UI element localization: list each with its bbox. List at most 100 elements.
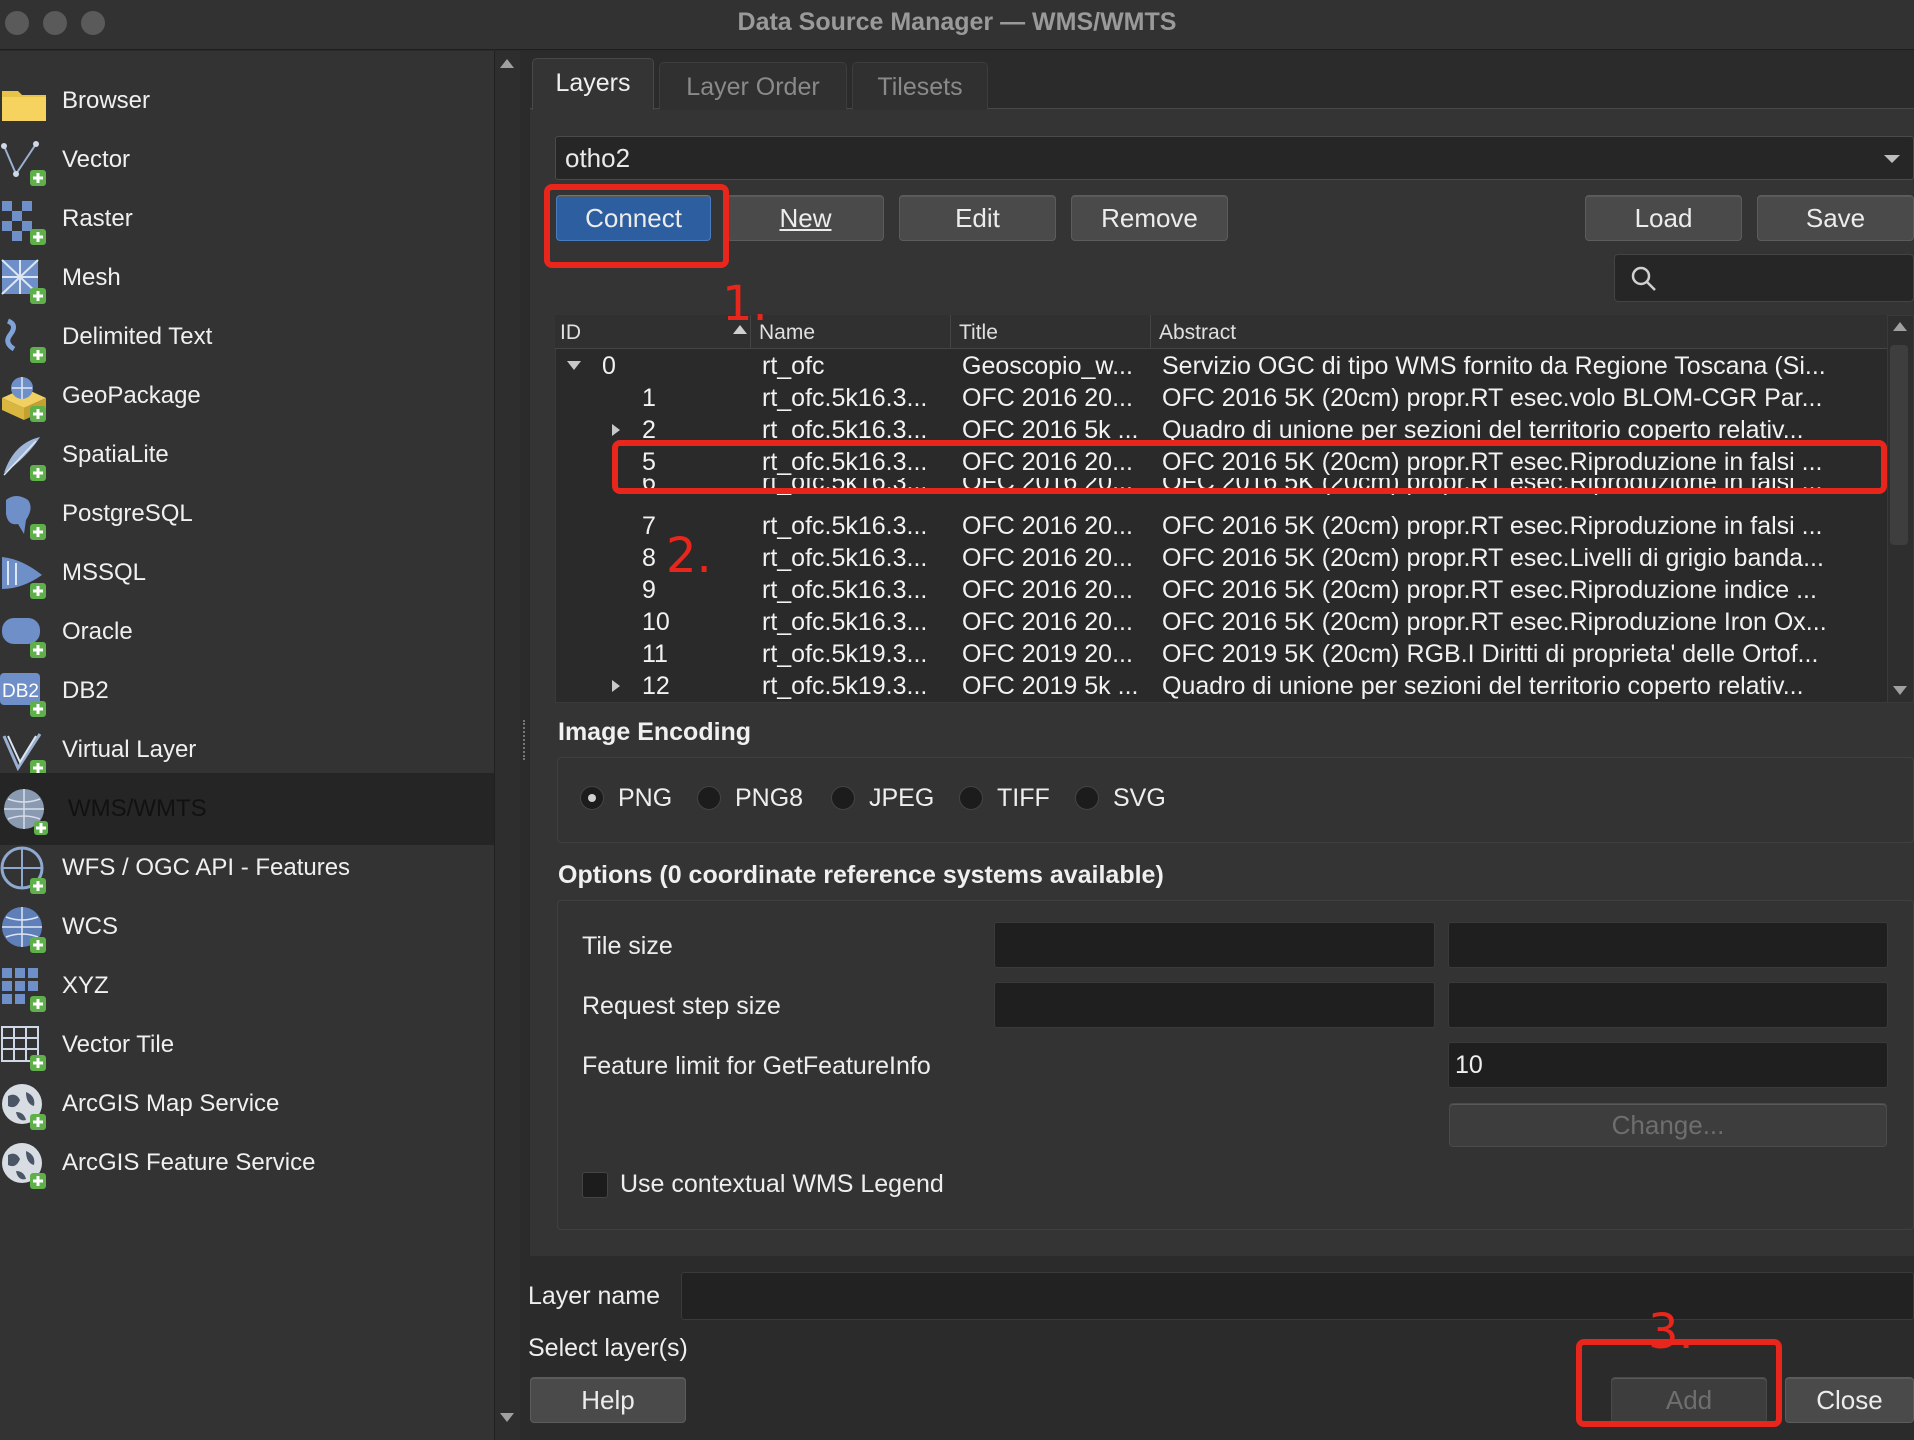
contextual-legend-checkbox[interactable] bbox=[582, 1172, 608, 1198]
radio-svg[interactable] bbox=[1075, 786, 1099, 810]
help-button[interactable]: Help bbox=[530, 1377, 686, 1423]
annotation-box-row bbox=[612, 440, 1887, 494]
cell-abstract: OFC 2019 5K (20cm) RGB.I Diritti di prop… bbox=[1162, 640, 1819, 668]
save-button[interactable]: Save bbox=[1757, 195, 1914, 241]
folder-icon bbox=[2, 91, 46, 121]
cell-abstract: OFC 2016 5K (20cm) propr.RT esec.Riprodu… bbox=[1162, 512, 1823, 540]
sidebar: Browser Vector Raster Mesh Delimited Tex… bbox=[0, 51, 494, 1440]
vector-icon bbox=[1, 141, 46, 186]
layer-name-input[interactable] bbox=[681, 1272, 1914, 1320]
tab-tilesets[interactable]: Tilesets bbox=[852, 62, 988, 110]
cell-title: OFC 2019 5k ... bbox=[962, 672, 1139, 700]
column-header-name[interactable]: Name bbox=[755, 315, 951, 349]
wms-icon bbox=[4, 789, 48, 835]
contextual-legend-label[interactable]: Use contextual WMS Legend bbox=[620, 1170, 944, 1199]
search-input[interactable] bbox=[1614, 254, 1914, 302]
radio-jpeg-label[interactable]: JPEG bbox=[869, 784, 934, 813]
cell-name: rt_ofc.5k19.3... bbox=[762, 672, 928, 700]
table-row[interactable]: 1 rt_ofc.5k16.3... OFC 2016 20... OFC 20… bbox=[556, 382, 1886, 414]
cell-title: OFC 2019 20... bbox=[962, 640, 1133, 668]
cell-name: rt_ofc.5k16.3... bbox=[762, 576, 928, 604]
radio-png8[interactable] bbox=[697, 786, 721, 810]
table-row[interactable]: 8 rt_ofc.5k16.3... OFC 2016 20... OFC 20… bbox=[556, 542, 1886, 574]
table-row[interactable]: 7 rt_ofc.5k16.3... OFC 2016 20... OFC 20… bbox=[556, 510, 1886, 542]
cell-title: OFC 2016 20... bbox=[962, 512, 1133, 540]
radio-jpeg[interactable] bbox=[831, 786, 855, 810]
tile-height-field[interactable] bbox=[1448, 922, 1888, 968]
annotation-step-2: 2. bbox=[666, 528, 712, 584]
column-header-abstract[interactable]: Abstract bbox=[1155, 315, 1887, 349]
table-row[interactable]: 9 rt_ofc.5k16.3... OFC 2016 20... OFC 20… bbox=[556, 574, 1886, 606]
scroll-down-arrow-icon[interactable] bbox=[500, 1413, 514, 1422]
table-scroll-thumb[interactable] bbox=[1890, 345, 1908, 545]
options-title: Options (0 coordinate reference systems … bbox=[558, 861, 1164, 889]
new-button-label: New bbox=[779, 203, 832, 233]
expand-arrow-icon[interactable] bbox=[612, 424, 620, 436]
feature-limit-field[interactable]: 10 bbox=[1448, 1042, 1888, 1088]
virtual-layer-icon bbox=[2, 733, 46, 776]
close-button[interactable]: Close bbox=[1785, 1377, 1914, 1423]
radio-png[interactable] bbox=[580, 786, 604, 810]
connection-select[interactable] bbox=[555, 136, 1914, 180]
new-button[interactable]: New bbox=[727, 195, 884, 241]
sidebar-scrollbar[interactable] bbox=[494, 51, 520, 1440]
annotation-step-1: 1. bbox=[722, 276, 768, 332]
table-row[interactable]: 10 rt_ofc.5k16.3... OFC 2016 20... OFC 2… bbox=[556, 606, 1886, 638]
search-icon bbox=[1631, 266, 1656, 291]
feature-limit-label: Feature limit for GetFeatureInfo bbox=[582, 1052, 931, 1080]
edit-button[interactable]: Edit bbox=[899, 195, 1056, 241]
chevron-down-icon[interactable] bbox=[1884, 155, 1900, 163]
xyz-icon bbox=[2, 968, 46, 1012]
cell-abstract: Servizio OGC di tipo WMS fornito da Regi… bbox=[1162, 352, 1826, 380]
radio-tiff-label[interactable]: TIFF bbox=[997, 784, 1050, 813]
mesh-icon bbox=[1, 259, 46, 304]
wcs-icon bbox=[2, 907, 46, 953]
table-row[interactable]: 0 rt_ofc Geoscopio_w... Servizio OGC di … bbox=[556, 350, 1886, 382]
remove-button[interactable]: Remove bbox=[1071, 195, 1228, 241]
cell-id: 1 bbox=[642, 384, 656, 412]
scroll-up-arrow-icon[interactable] bbox=[1893, 322, 1907, 331]
connection-select-value: otho2 bbox=[565, 143, 631, 173]
sidebar-item-label: ArcGIS Feature Service bbox=[62, 1149, 316, 1176]
table-row[interactable]: 12 rt_ofc.5k19.3... OFC 2019 5k ... Quad… bbox=[556, 670, 1886, 702]
cell-abstract: OFC 2016 5K (20cm) propr.RT esec.Livelli… bbox=[1162, 544, 1824, 572]
image-encoding-title: Image Encoding bbox=[558, 718, 752, 746]
cell-name: rt_ofc bbox=[762, 352, 825, 380]
change-button[interactable]: Change... bbox=[1449, 1103, 1887, 1147]
db2-icon: DB2 bbox=[0, 673, 46, 717]
radio-tiff[interactable] bbox=[959, 786, 983, 810]
load-button[interactable]: Load bbox=[1585, 195, 1742, 241]
cell-id: 0 bbox=[602, 352, 616, 380]
collapse-arrow-icon[interactable] bbox=[567, 361, 581, 370]
tab-layer-order[interactable]: Layer Order bbox=[659, 62, 847, 110]
layer-name-label: Layer name bbox=[528, 1282, 661, 1310]
arcgis-map-icon bbox=[2, 1084, 46, 1130]
cell-name: rt_ofc.5k16.3... bbox=[762, 512, 928, 540]
tab-layers[interactable]: Layers bbox=[532, 58, 654, 110]
radio-svg-label[interactable]: SVG bbox=[1113, 784, 1166, 813]
arcgis-feature-icon bbox=[2, 1143, 46, 1189]
table-row[interactable]: 11 rt_ofc.5k19.3... OFC 2019 20... OFC 2… bbox=[556, 638, 1886, 670]
column-header-title[interactable]: Title bbox=[955, 315, 1151, 349]
cell-name: rt_ofc.5k16.3... bbox=[762, 384, 928, 412]
request-step-label: Request step size bbox=[582, 992, 781, 1020]
oracle-icon bbox=[2, 618, 46, 658]
cell-name: rt_ofc.5k16.3... bbox=[762, 608, 928, 636]
sidebar-item-arcgis-feature[interactable]: ArcGIS Feature Service bbox=[0, 1127, 494, 1199]
radio-png-label[interactable]: PNG bbox=[618, 784, 672, 813]
step-height-field[interactable] bbox=[1448, 982, 1888, 1028]
wfs-icon bbox=[0, 846, 46, 894]
postgresql-icon bbox=[6, 496, 46, 540]
step-width-field[interactable] bbox=[994, 982, 1435, 1028]
cell-id: 11 bbox=[642, 640, 668, 668]
cell-name: rt_ofc.5k19.3... bbox=[762, 640, 928, 668]
tile-width-field[interactable] bbox=[994, 922, 1435, 968]
radio-png8-label[interactable]: PNG8 bbox=[735, 784, 803, 813]
scroll-up-arrow-icon[interactable] bbox=[500, 59, 514, 68]
annotation-step-3: 3. bbox=[1648, 1304, 1694, 1360]
expand-arrow-icon[interactable] bbox=[612, 680, 620, 692]
splitter-grip-icon[interactable] bbox=[523, 720, 527, 760]
mssql-icon bbox=[2, 557, 46, 599]
scroll-down-arrow-icon[interactable] bbox=[1893, 686, 1907, 695]
cell-id: 10 bbox=[642, 608, 670, 636]
